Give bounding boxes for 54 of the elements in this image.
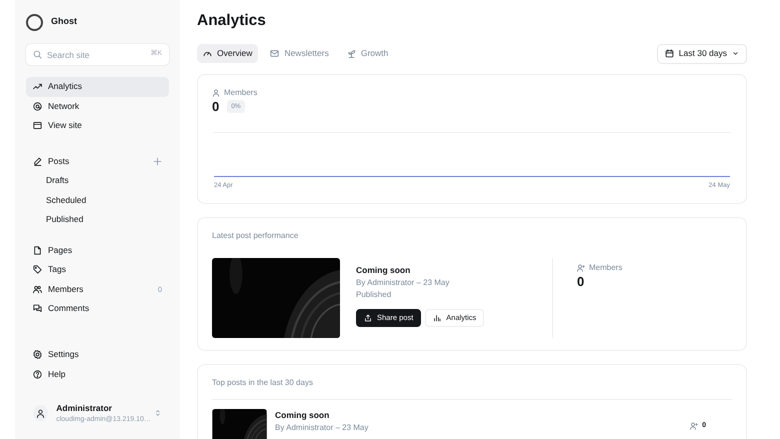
gauge-icon	[203, 49, 212, 58]
at-icon	[33, 102, 42, 111]
sidebar-item[interactable]: Help	[26, 364, 169, 384]
person-icon	[212, 88, 220, 97]
sidebar-item[interactable]: Posts	[26, 152, 169, 171]
person-add-icon	[690, 422, 698, 430]
search-icon	[33, 50, 42, 59]
browser-window-icon	[33, 121, 42, 130]
user-avatar[interactable]	[33, 405, 48, 422]
sidebar-item[interactable]: View site	[26, 116, 169, 136]
sidebar-item[interactable]: Drafts	[26, 171, 169, 190]
page-icon	[33, 246, 42, 255]
caret-icon	[732, 50, 739, 58]
post-byline: By Administrator – 23 May	[275, 422, 368, 434]
help-icon	[33, 370, 42, 378]
user-name: Administrator	[56, 402, 113, 414]
calendar-icon	[664, 49, 674, 58]
sidebar-item[interactable]: Settings	[26, 344, 169, 364]
sidebar-item[interactable]: Analytics	[26, 77, 169, 96]
stat-value: 0	[577, 274, 586, 290]
sidebar-item[interactable]: Published	[26, 210, 169, 230]
tag-icon	[33, 265, 42, 274]
chat-icon	[33, 304, 42, 314]
stat-value: 0	[212, 98, 220, 114]
tab[interactable]: Growth	[340, 44, 394, 64]
site-logo[interactable]	[26, 14, 43, 30]
stat-label: Members	[589, 262, 622, 274]
sidebar-item[interactable]: Scheduled	[26, 190, 169, 210]
share-icon	[364, 314, 372, 322]
post-title[interactable]: Coming soon	[356, 264, 552, 277]
chevron-up-down-icon[interactable]	[154, 409, 162, 418]
date-range-dropdown[interactable]: Last 30 days	[656, 44, 747, 64]
person-icon	[36, 408, 46, 418]
sidebar-item[interactable]: Comments	[26, 299, 169, 318]
trend-icon	[33, 82, 42, 92]
sidebar-item[interactable]: Network	[26, 96, 169, 116]
post-status: Published	[356, 288, 392, 301]
settings-icon	[33, 350, 42, 359]
page-title: Analytics	[197, 12, 267, 31]
bar-chart-icon	[433, 314, 442, 322]
site-name: Ghost	[51, 15, 77, 28]
post-title[interactable]: Coming soon	[275, 408, 368, 422]
post-byline: By Administrator – 23 May	[356, 276, 450, 289]
sidebar-item[interactable]: Tags	[26, 260, 169, 280]
mail-icon	[270, 49, 280, 58]
stat-label: Members	[224, 86, 258, 99]
sprout-icon	[346, 49, 356, 58]
people-icon	[33, 284, 42, 294]
person-add-icon	[577, 264, 585, 272]
card-heading: Latest post performance	[212, 230, 300, 242]
sidebar-item[interactable]: Pages	[26, 240, 169, 260]
card-heading: Top posts in the last 30 days	[212, 376, 732, 400]
pencil-icon	[33, 156, 42, 166]
tab[interactable]: Overview	[197, 44, 258, 64]
